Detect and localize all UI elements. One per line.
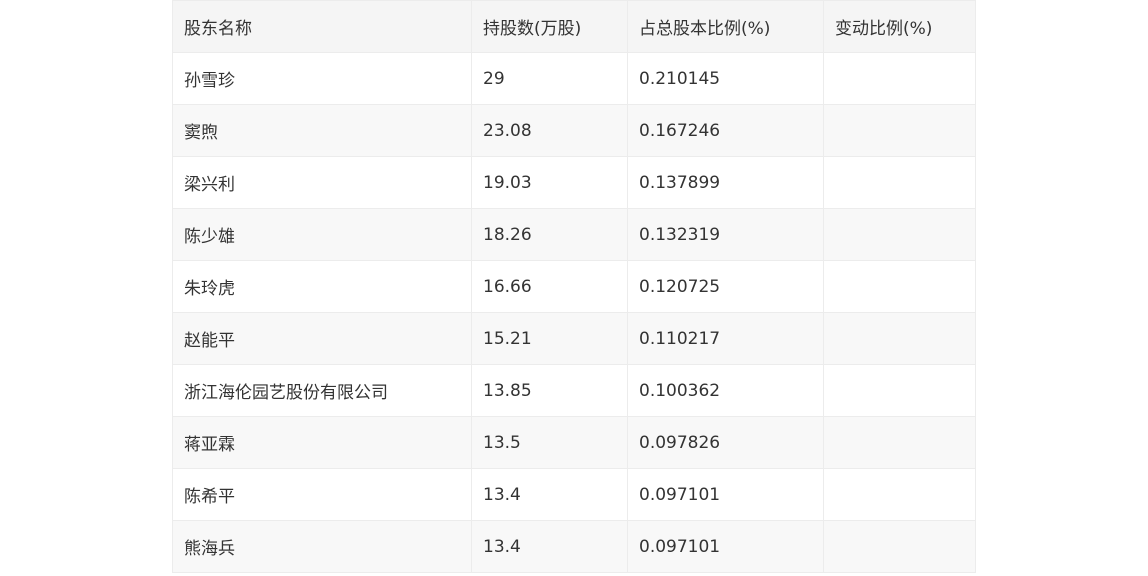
cell-change-ratio — [823, 260, 976, 313]
cell-ratio: 0.097101 — [627, 520, 824, 573]
header-ratio: 占总股本比例(%) — [627, 0, 824, 53]
cell-change-ratio — [823, 52, 976, 105]
cell-change-ratio — [823, 416, 976, 469]
cell-ratio: 0.132319 — [627, 208, 824, 261]
cell-shareholder-name: 陈少雄 — [172, 208, 472, 261]
cell-ratio: 0.100362 — [627, 364, 824, 417]
cell-change-ratio — [823, 104, 976, 157]
cell-ratio: 0.097101 — [627, 468, 824, 521]
cell-shareholder-name: 孙雪珍 — [172, 52, 472, 105]
cell-shareholder-name: 梁兴利 — [172, 156, 472, 209]
cell-ratio: 0.097826 — [627, 416, 824, 469]
cell-shareholder-name: 蒋亚霖 — [172, 416, 472, 469]
cell-shares: 13.85 — [471, 364, 628, 417]
shareholder-table: 股东名称 持股数(万股) 占总股本比例(%) 变动比例(%) 孙雪珍 29 0.… — [172, 0, 976, 573]
cell-change-ratio — [823, 156, 976, 209]
cell-change-ratio — [823, 364, 976, 417]
table-body: 孙雪珍 29 0.210145 窦煦 23.08 0.167246 梁兴利 19… — [172, 52, 976, 573]
cell-shares: 23.08 — [471, 104, 628, 157]
cell-shares: 16.66 — [471, 260, 628, 313]
cell-shares: 19.03 — [471, 156, 628, 209]
header-shares: 持股数(万股) — [471, 0, 628, 53]
header-shareholder-name: 股东名称 — [172, 0, 472, 53]
cell-change-ratio — [823, 208, 976, 261]
table-row: 陈希平 13.4 0.097101 — [172, 468, 976, 521]
table-row: 孙雪珍 29 0.210145 — [172, 52, 976, 105]
cell-shareholder-name: 朱玲虎 — [172, 260, 472, 313]
shareholder-table-container: 股东名称 持股数(万股) 占总股本比例(%) 变动比例(%) 孙雪珍 29 0.… — [172, 0, 976, 573]
cell-shareholder-name: 熊海兵 — [172, 520, 472, 573]
cell-shares: 13.4 — [471, 520, 628, 573]
table-row: 窦煦 23.08 0.167246 — [172, 104, 976, 157]
cell-shares: 18.26 — [471, 208, 628, 261]
cell-shareholder-name: 窦煦 — [172, 104, 472, 157]
cell-change-ratio — [823, 520, 976, 573]
table-row: 陈少雄 18.26 0.132319 — [172, 208, 976, 261]
table-row: 蒋亚霖 13.5 0.097826 — [172, 416, 976, 469]
cell-shareholder-name: 赵能平 — [172, 312, 472, 365]
cell-shareholder-name: 浙江海伦园艺股份有限公司 — [172, 364, 472, 417]
table-row: 朱玲虎 16.66 0.120725 — [172, 260, 976, 313]
header-row: 股东名称 持股数(万股) 占总股本比例(%) 变动比例(%) — [172, 0, 976, 53]
cell-shares: 13.5 — [471, 416, 628, 469]
cell-shareholder-name: 陈希平 — [172, 468, 472, 521]
table-row: 熊海兵 13.4 0.097101 — [172, 520, 976, 573]
table-row: 赵能平 15.21 0.110217 — [172, 312, 976, 365]
cell-ratio: 0.110217 — [627, 312, 824, 365]
cell-shares: 15.21 — [471, 312, 628, 365]
cell-shares: 29 — [471, 52, 628, 105]
cell-change-ratio — [823, 312, 976, 365]
table-header: 股东名称 持股数(万股) 占总股本比例(%) 变动比例(%) — [172, 0, 976, 53]
cell-shares: 13.4 — [471, 468, 628, 521]
cell-ratio: 0.167246 — [627, 104, 824, 157]
cell-ratio: 0.137899 — [627, 156, 824, 209]
cell-ratio: 0.120725 — [627, 260, 824, 313]
table-row: 梁兴利 19.03 0.137899 — [172, 156, 976, 209]
cell-change-ratio — [823, 468, 976, 521]
table-row: 浙江海伦园艺股份有限公司 13.85 0.100362 — [172, 364, 976, 417]
header-change-ratio: 变动比例(%) — [823, 0, 976, 53]
cell-ratio: 0.210145 — [627, 52, 824, 105]
